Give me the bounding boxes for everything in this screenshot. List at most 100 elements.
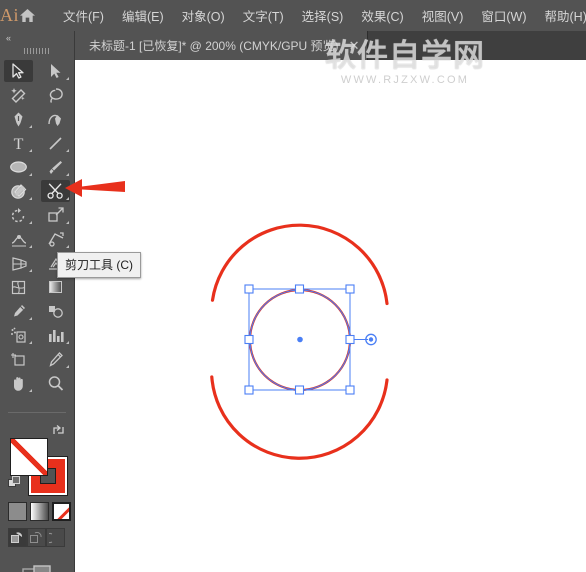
tool-row (0, 83, 74, 107)
tool-flyout-indicator-icon (29, 269, 32, 272)
paint-mode-group (8, 502, 71, 521)
swap-fill-stroke-icon[interactable] (52, 424, 65, 442)
tool-flyout-indicator-icon (29, 197, 32, 200)
tool-row (0, 227, 74, 251)
menu-edit[interactable]: 编辑(E) (113, 2, 173, 29)
magic-wand-tool[interactable] (0, 83, 37, 107)
handle-bottom-center[interactable] (294, 385, 305, 395)
curvature-tool[interactable] (37, 107, 74, 131)
handle-bottom-left[interactable] (244, 385, 254, 395)
draw-normal[interactable] (8, 528, 27, 547)
tool-flyout-indicator-icon (29, 341, 32, 344)
fill-color-swatch[interactable] (10, 438, 48, 476)
tool-grid: T (0, 59, 74, 395)
tool-flyout-indicator-icon (66, 173, 69, 176)
direct-selection-tool[interactable] (37, 59, 74, 83)
column-graph-tool[interactable] (37, 323, 74, 347)
tool-row (0, 347, 74, 371)
color-controls: ••• (0, 412, 74, 572)
eyedropper-tool[interactable] (0, 299, 37, 323)
artboard-canvas[interactable] (75, 60, 586, 572)
handle-top-left[interactable] (244, 284, 254, 294)
tool-row (0, 107, 74, 131)
menu-object[interactable]: 对象(O) (173, 2, 234, 29)
artboard-tool[interactable] (0, 347, 37, 371)
document-tab-label: 未标题-1 [已恢复]* @ 200% (CMYK/GPU 预览) (89, 39, 339, 53)
gradient-tool[interactable] (37, 275, 74, 299)
svg-text:T: T (14, 136, 24, 151)
menu-bar: Ai 文件(F) 编辑(E) 对象(O) 文字(T) 选择(S) 效果(C) 视… (0, 0, 586, 31)
draw-behind[interactable] (27, 528, 46, 547)
symbol-sprayer-tool[interactable] (0, 323, 37, 347)
menu-view[interactable]: 视图(V) (413, 2, 473, 29)
menu-help[interactable]: 帮助(H) (536, 2, 586, 29)
tool-flyout-indicator-icon (66, 197, 69, 200)
line-segment-tool[interactable] (37, 131, 74, 155)
handle-middle-left[interactable] (244, 334, 254, 345)
mesh-tool[interactable] (0, 275, 37, 299)
scissors-tool[interactable] (37, 179, 74, 203)
tool-flyout-indicator-icon (29, 173, 32, 176)
tool-flyout-indicator-icon (29, 245, 32, 248)
collapse-panel-button[interactable]: « (0, 31, 74, 44)
handle-bottom-right[interactable] (345, 385, 355, 395)
paint-mode-none[interactable] (52, 502, 71, 521)
panel-drag-handle[interactable] (0, 44, 74, 57)
menu-type[interactable]: 文字(T) (234, 2, 293, 29)
menu-window[interactable]: 窗口(W) (472, 2, 535, 29)
tool-row (0, 59, 74, 83)
tool-flyout-indicator-icon (29, 317, 32, 320)
selection-center-point[interactable] (297, 336, 303, 343)
tool-flyout-indicator-icon (66, 245, 69, 248)
ellipse-tool[interactable] (0, 155, 37, 179)
tool-flyout-indicator-icon (29, 125, 32, 128)
tool-row (0, 275, 74, 299)
tool-flyout-indicator-icon (66, 341, 69, 344)
slice-tool[interactable] (37, 347, 74, 371)
rotate-tool[interactable] (0, 203, 37, 227)
document-tab[interactable]: 未标题-1 [已恢复]* @ 200% (CMYK/GPU 预览) ✕ (75, 31, 369, 60)
tool-flyout-indicator-icon (29, 221, 32, 224)
home-icon[interactable] (19, 0, 36, 31)
tool-flyout-indicator-icon (29, 389, 32, 392)
paint-mode-color[interactable] (8, 502, 27, 521)
handle-top-right[interactable] (345, 284, 355, 294)
draw-inside[interactable] (46, 528, 65, 547)
tool-row: T (0, 131, 74, 155)
width-tool[interactable] (0, 227, 37, 251)
hand-tool[interactable] (0, 371, 37, 395)
pen-tool[interactable] (0, 107, 37, 131)
zoom-tool[interactable] (37, 371, 74, 395)
tool-row (0, 299, 74, 323)
screen-mode-button[interactable] (0, 560, 74, 572)
tool-flyout-indicator-icon (66, 221, 69, 224)
selection-tool[interactable] (0, 59, 37, 83)
tool-flyout-indicator-icon (66, 149, 69, 152)
shape-builder-tool[interactable] (37, 227, 74, 251)
tool-flyout-indicator-icon (29, 149, 32, 152)
free-transform-tool[interactable] (37, 203, 74, 227)
menu-file[interactable]: 文件(F) (54, 2, 113, 29)
paintbrush-tool[interactable] (37, 155, 74, 179)
lasso-tool[interactable] (37, 83, 74, 107)
handle-middle-right[interactable] (345, 334, 355, 345)
menu-select[interactable]: 选择(S) (293, 2, 353, 29)
divider (8, 412, 66, 413)
default-fill-stroke-icon[interactable] (8, 476, 22, 495)
shaper-tool[interactable] (0, 179, 37, 203)
tool-tooltip: 剪刀工具 (C) (57, 252, 141, 278)
document-tab-bar: 未标题-1 [已恢复]* @ 200% (CMYK/GPU 预览) ✕ (75, 31, 586, 60)
tool-panel: « T 剪刀工具 (C) (0, 31, 141, 572)
tool-row (0, 371, 74, 395)
none-slash-icon (11, 439, 47, 475)
illustrator-window: Ai 文件(F) 编辑(E) 对象(O) 文字(T) 选择(S) 效果(C) 视… (0, 0, 586, 572)
close-icon[interactable]: ✕ (349, 39, 360, 52)
grip-dots-icon (24, 47, 50, 54)
blend-tool[interactable] (37, 299, 74, 323)
tool-row (0, 155, 74, 179)
menu-effect[interactable]: 效果(C) (352, 2, 412, 29)
type-tool[interactable]: T (0, 131, 37, 155)
handle-top-center[interactable] (294, 284, 305, 294)
perspective-grid-tool[interactable] (0, 251, 37, 275)
paint-mode-gradient[interactable] (30, 502, 49, 521)
